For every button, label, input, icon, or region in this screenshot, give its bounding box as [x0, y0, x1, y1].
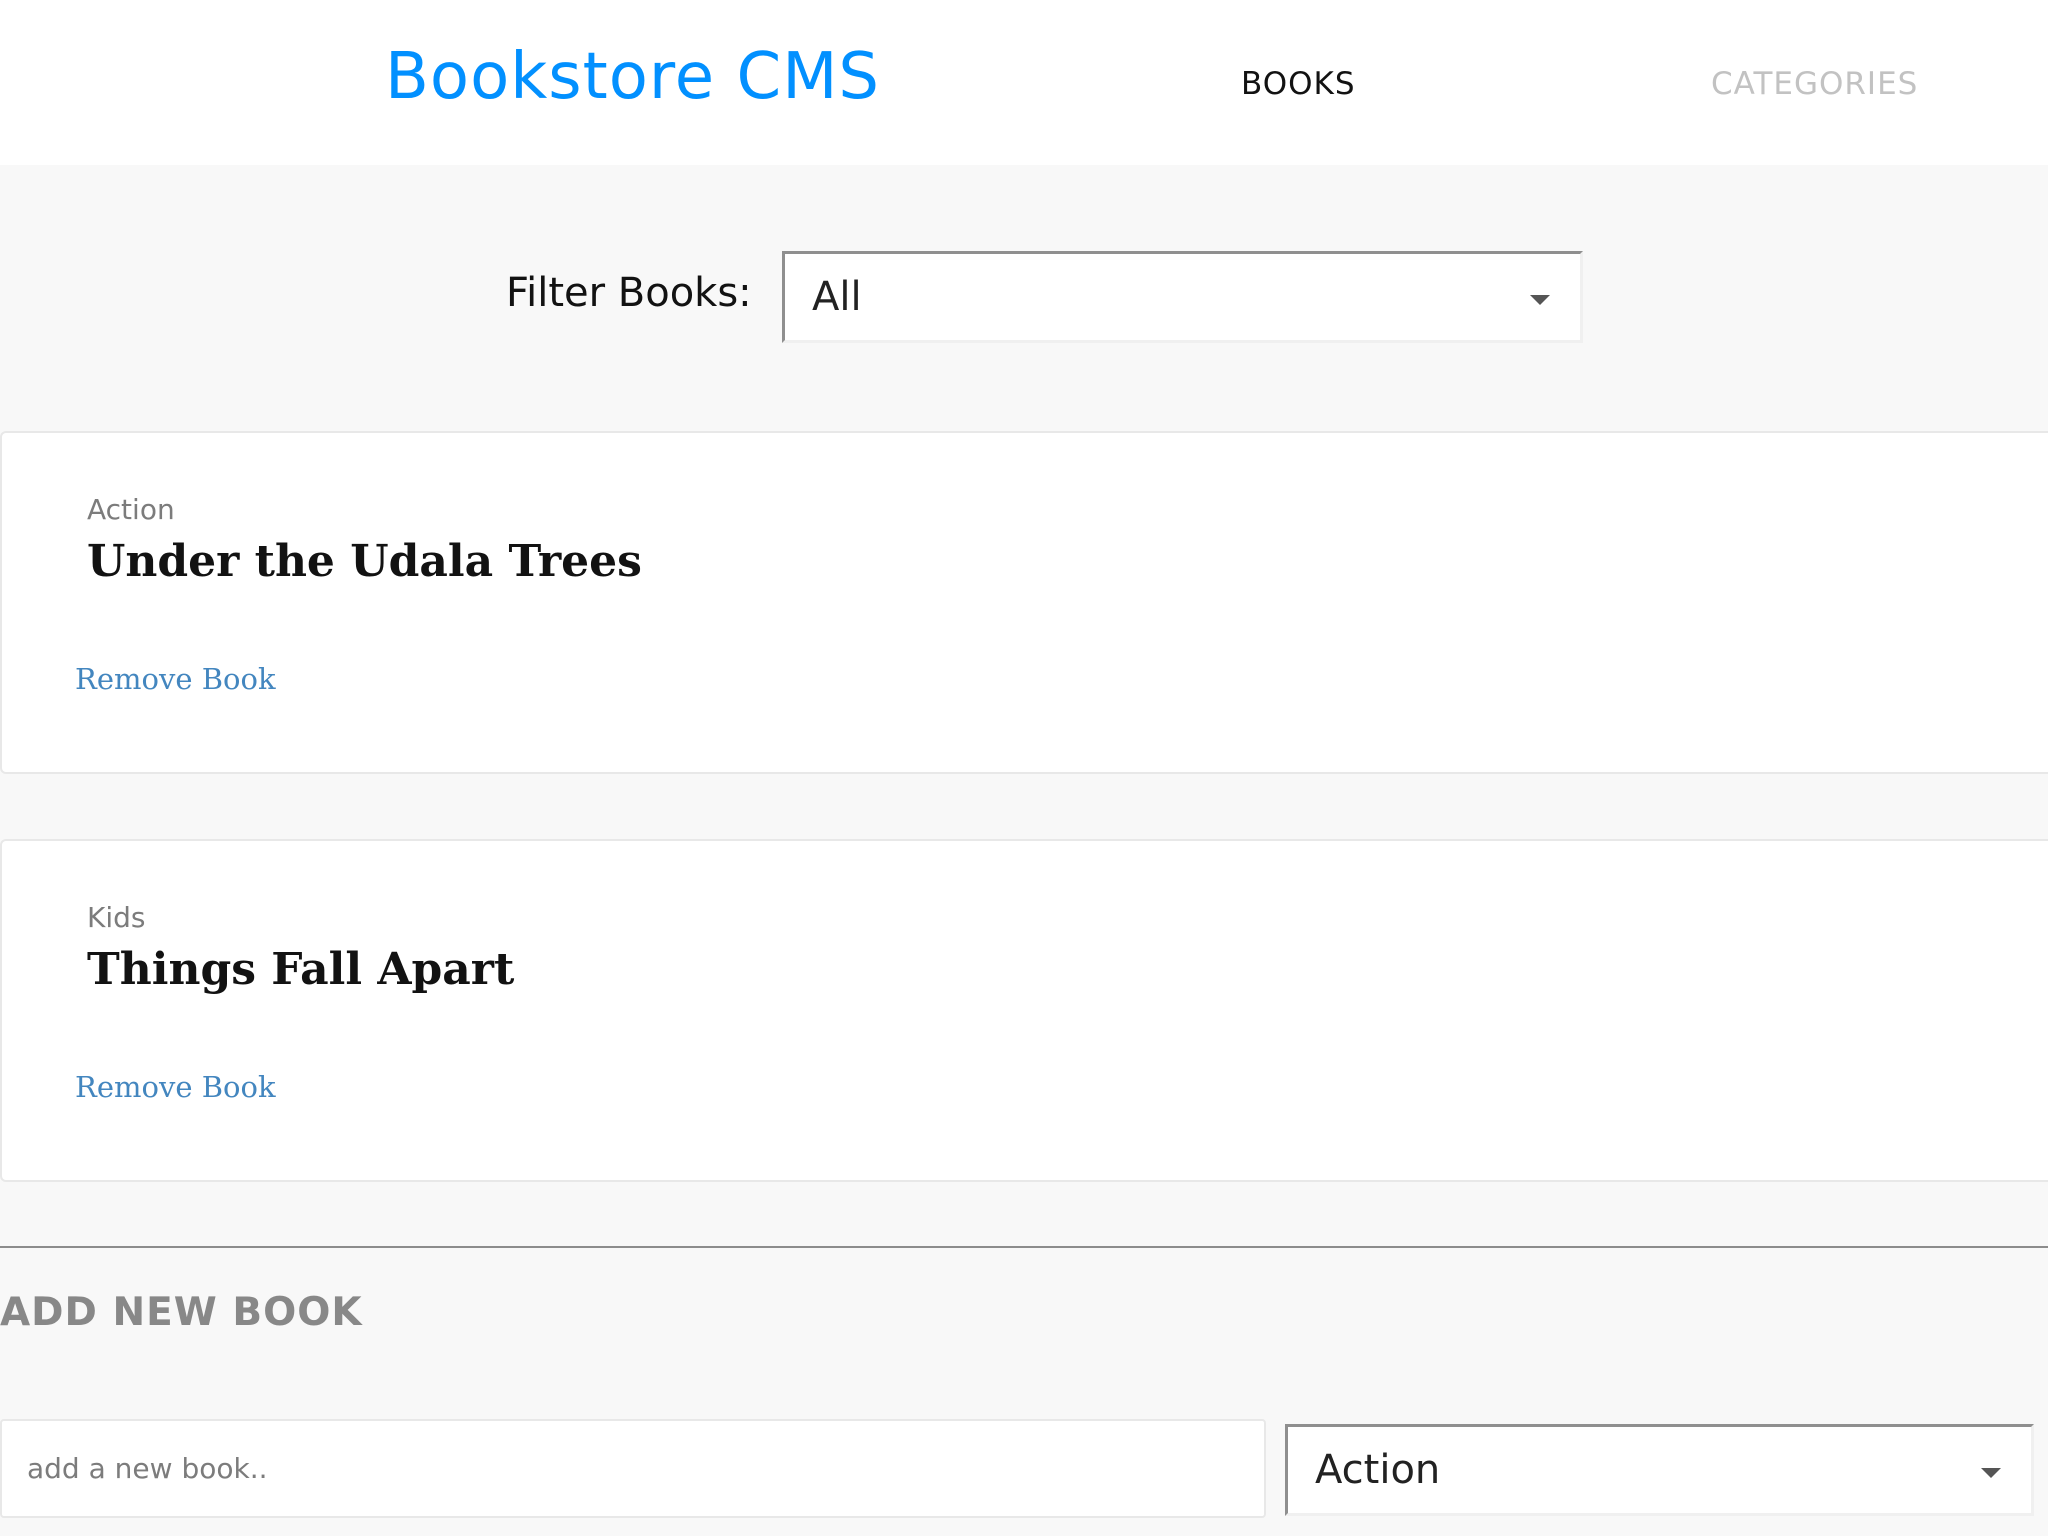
section-divider	[0, 1246, 2048, 1248]
chevron-down-icon	[1981, 1468, 2001, 1478]
filter-books-select[interactable]: All	[782, 251, 1583, 343]
nav-categories-link[interactable]: CATEGORIES	[1711, 66, 1918, 102]
book-title: Things Fall Apart	[87, 944, 515, 995]
nav-books-link[interactable]: BOOKS	[1241, 66, 1356, 102]
chevron-down-icon	[1530, 295, 1550, 305]
book-category: Action	[87, 493, 175, 526]
add-new-book-heading: ADD NEW BOOK	[0, 1290, 363, 1335]
app-header: Bookstore CMS BOOKS CATEGORIES	[0, 0, 2048, 165]
book-title-input[interactable]	[0, 1419, 1266, 1518]
book-title: Under the Udala Trees	[87, 536, 642, 587]
filter-books-label: Filter Books:	[506, 270, 752, 316]
book-card: Kids Things Fall Apart Remove Book	[0, 839, 2048, 1182]
filter-selected-value: All	[812, 274, 862, 320]
remove-book-button[interactable]: Remove Book	[75, 1070, 276, 1104]
app-logo[interactable]: Bookstore CMS	[385, 40, 880, 114]
book-category: Kids	[87, 901, 146, 934]
remove-book-button[interactable]: Remove Book	[75, 662, 276, 696]
book-card: Action Under the Udala Trees Remove Book	[0, 431, 2048, 774]
category-selected-value: Action	[1315, 1447, 1441, 1493]
book-category-select[interactable]: Action	[1285, 1424, 2034, 1516]
